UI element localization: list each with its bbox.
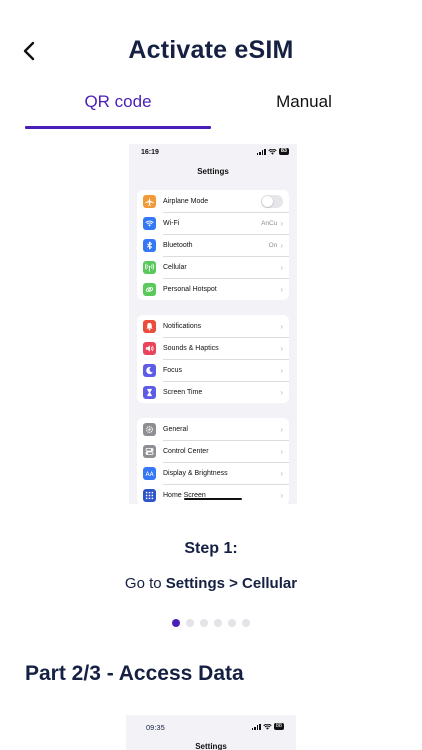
chevron-right-icon: › <box>280 366 283 375</box>
bluetooth-icon <box>143 238 156 252</box>
step-title: Step 1: <box>184 540 238 557</box>
chevron-right-icon: › <box>280 285 283 294</box>
signal-icon <box>256 148 266 155</box>
section-title: Part 2/3 - Access Data <box>25 662 244 685</box>
settings-row-cellular: Cellular › <box>137 256 289 278</box>
switches-icon <box>143 444 156 458</box>
status-time: 09:35 <box>146 723 165 732</box>
pagination-dot[interactable] <box>186 619 194 627</box>
airplane-icon <box>143 194 156 208</box>
hourglass-icon <box>143 385 156 399</box>
battery-indicator: 88 <box>273 723 284 730</box>
pagination-dots <box>0 619 422 627</box>
settings-row-focus: Focus › <box>137 359 289 381</box>
settings-row-label: Control Center <box>163 448 209 455</box>
settings-group-general: General › Control Center › AA Display & Br… <box>137 418 289 504</box>
grid-icon <box>143 488 156 502</box>
tab-manual[interactable]: Manual <box>211 92 397 130</box>
airplane-mode-toggle <box>261 194 283 208</box>
settings-row-general: General › <box>137 418 289 440</box>
settings-row-label: Personal Hotspot <box>163 286 217 293</box>
tab-qr-code[interactable]: QR code <box>25 92 211 130</box>
text-size-icon: AA <box>143 466 156 480</box>
settings-row-label: Notifications <box>163 322 202 330</box>
settings-title: Settings <box>197 167 229 176</box>
chevron-right-icon: › <box>280 321 283 331</box>
chevron-right-icon: › <box>280 344 283 353</box>
wifi-status-icon <box>268 148 277 155</box>
pagination-dot[interactable] <box>214 619 222 627</box>
pagination-dot[interactable] <box>200 619 208 627</box>
settings-row-value: On <box>268 242 278 249</box>
settings-row-label: Screen Time <box>163 389 203 396</box>
settings-row-label: General <box>163 425 188 433</box>
wifi-status-icon <box>263 723 272 730</box>
settings-row-wifi: Wi-Fi AnCu › <box>137 212 289 234</box>
pagination-dot[interactable] <box>228 619 236 627</box>
settings-row-label: Cellular <box>163 264 187 271</box>
settings-row-label: Display & Brightness <box>163 470 228 477</box>
settings-row-label: Airplane Mode <box>163 197 209 205</box>
gear-icon <box>143 422 156 436</box>
settings-row-sounds-haptics: Sounds & Haptics › <box>137 337 289 359</box>
settings-group-notifications: Notifications › Sounds & Haptics › Focus › … <box>137 315 289 403</box>
instruction-screenshot: 16:19 83 Settings Airplane Mode Wi-Fi AnC… <box>129 144 297 504</box>
chevron-right-icon: › <box>280 263 283 272</box>
battery-indicator: 83 <box>278 148 289 155</box>
instruction-screenshot-2: 09:35 88 Settings <box>126 715 296 750</box>
settings-row-label: Bluetooth <box>163 242 193 249</box>
step-description: Go to Settings > Cellular <box>0 575 422 592</box>
wifi-icon <box>143 216 156 230</box>
pagination-dot[interactable] <box>172 619 180 627</box>
chevron-right-icon: › <box>280 219 283 228</box>
settings-row-label: Wi-Fi <box>163 220 180 227</box>
settings-group-connectivity: Airplane Mode Wi-Fi AnCu › Bluetooth On › Ce… <box>137 190 289 300</box>
status-icons: 83 <box>256 148 289 155</box>
settings-row-value: AnCu <box>261 220 278 227</box>
status-time: 16:19 <box>141 149 159 156</box>
svg-text:AA: AA <box>145 472 153 478</box>
settings-row-control-center: Control Center › <box>137 440 289 462</box>
settings-row-bluetooth: Bluetooth On › <box>137 234 289 256</box>
header: Activate eSIM <box>0 0 422 90</box>
settings-row-display-brightness: AA Display & Brightness › <box>137 462 289 484</box>
pagination-dot[interactable] <box>242 619 250 627</box>
status-icons: 88 <box>251 723 284 730</box>
chevron-right-icon: › <box>280 447 283 456</box>
settings-row-label: Focus <box>163 367 183 374</box>
settings-row-home-screen: Home Screen › <box>137 484 289 504</box>
settings-row-notifications: Notifications › <box>137 315 289 337</box>
settings-row-personal-hotspot: Personal Hotspot › <box>137 278 289 300</box>
speaker-icon <box>143 341 156 355</box>
bell-icon <box>143 319 156 333</box>
settings-row-screen-time: Screen Time › <box>137 381 289 403</box>
antenna-icon <box>143 260 156 274</box>
chevron-right-icon: › <box>280 388 283 397</box>
settings-row-label: Sounds & Haptics <box>163 345 219 352</box>
page-title: Activate eSIM <box>128 36 294 64</box>
home-indicator <box>184 498 242 500</box>
chevron-right-icon: › <box>280 241 283 250</box>
step-description-prefix: Go to <box>124 575 166 592</box>
chevron-right-icon: › <box>280 424 283 434</box>
link-icon <box>143 282 156 296</box>
step-description-bold: Settings > Cellular <box>165 575 298 592</box>
signal-icon <box>251 723 261 730</box>
chevron-right-icon: › <box>280 469 283 478</box>
chevron-right-icon: › <box>280 491 283 500</box>
active-tab-indicator <box>25 126 211 129</box>
moon-icon <box>143 363 156 377</box>
status-bar: 16:19 83 <box>129 144 297 162</box>
tab-bar: QR code Manual <box>25 92 397 130</box>
settings-title: Settings <box>195 742 227 750</box>
settings-row-airplane-mode: Airplane Mode <box>137 190 289 212</box>
